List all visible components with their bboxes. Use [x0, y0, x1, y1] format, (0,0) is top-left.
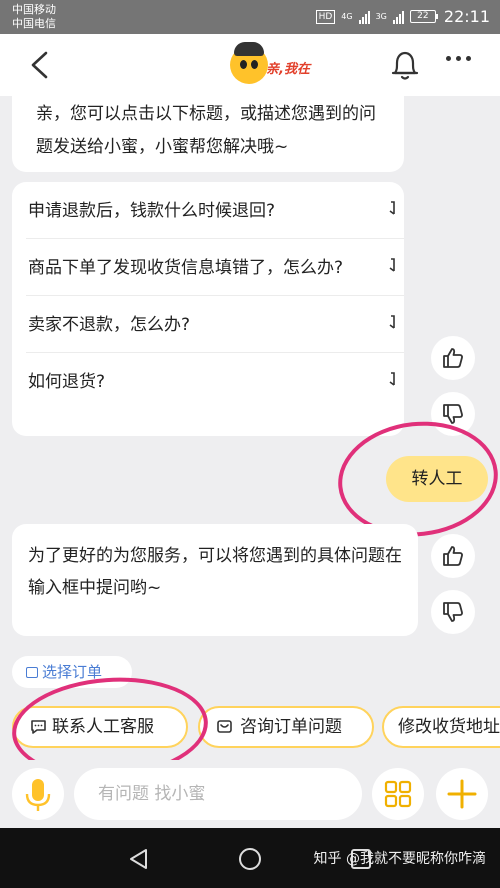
order-inquiry-label: 咨询订单问题 [240, 717, 342, 737]
bell-icon[interactable] [389, 48, 421, 82]
carrier-1: 中国移动 [12, 3, 56, 16]
battery-icon: 22 [409, 10, 438, 23]
chevron-right-icon [389, 315, 395, 329]
quick-actions-bar: 联系人工客服 咨询订单问题 修改收货地址 [0, 698, 500, 758]
status-bar: 中国移动 中国电信 HD 4G 3G 22 22:11 [0, 0, 500, 34]
add-button[interactable] [436, 768, 488, 820]
faq-item-label: 卖家不退款，怎么办? [28, 315, 191, 335]
nav-back-icon[interactable] [128, 848, 150, 870]
intro-text: 亲，您可以点击以下标题，或描述您遇到的问题发送给小蜜，小蜜帮您解决哦~ [36, 104, 376, 157]
contact-human-agent-label: 联系人工客服 [52, 717, 154, 737]
contact-human-agent-button[interactable]: 联系人工客服 [12, 706, 188, 748]
chevron-right-icon [389, 201, 395, 215]
watermark: 知乎 @我就不要昵称你咋滴 [313, 851, 486, 867]
more-options-icon[interactable] [446, 56, 471, 61]
user-message-bubble: 转人工 [386, 456, 488, 502]
status-icons: HD 4G 3G 22 22:11 [315, 7, 490, 26]
network-4g-label: 4G [341, 11, 353, 21]
clock: 22:11 [443, 7, 490, 26]
faq-card: 申请退款后，钱款什么时候退回? 商品下单了发现收货信息填错了，怎么办? 卖家不退… [12, 182, 404, 436]
voice-input-button[interactable] [12, 768, 64, 820]
chevron-right-icon [389, 258, 395, 272]
plus-icon [447, 779, 477, 809]
chat-bubble-icon [31, 720, 46, 734]
select-order-label: 选择订单 [42, 663, 103, 681]
faq-item[interactable]: 如何退货? [26, 353, 404, 409]
faq-item[interactable]: 商品下单了发现收货信息填错了，怎么办? [26, 239, 404, 296]
order-box-icon [217, 720, 232, 733]
faq-item-label: 如何退货? [28, 372, 106, 392]
grid-icon [384, 780, 412, 808]
user-message-text: 转人工 [411, 469, 463, 489]
thumbs-down-icon [443, 602, 463, 622]
faq-item[interactable]: 申请退款后，钱款什么时候退回? [26, 182, 404, 239]
signal-icon-2 [392, 10, 404, 24]
shopping-bag-icon [26, 667, 38, 678]
modify-address-label: 修改收货地址 [398, 717, 500, 737]
signal-icon [358, 10, 370, 24]
chat-area[interactable]: 亲，您可以点击以下标题，或描述您遇到的问题发送给小蜜，小蜜帮您解决哦~ 申请退款… [0, 96, 500, 696]
faq-item-label: 商品下单了发现收货信息填错了，怎么办? [28, 258, 344, 278]
faq-item[interactable]: 卖家不退款，怎么办? [26, 296, 404, 353]
network-3g-label: 3G [375, 11, 387, 21]
modify-address-button[interactable]: 修改收货地址 [382, 706, 500, 748]
mascot-face-icon [230, 42, 268, 84]
order-inquiry-button[interactable]: 咨询订单问题 [198, 706, 374, 748]
hd-icon: HD [315, 9, 336, 24]
faq-item-label: 申请退款后，钱款什么时候退回? [28, 201, 276, 221]
logo-text: 亲,我在 [266, 62, 310, 77]
more-tools-button[interactable] [372, 768, 424, 820]
message-input[interactable] [74, 768, 362, 820]
reply-text: 为了更好的为您服务，可以将您遇到的具体问题在输入框中提问哟~ [28, 546, 402, 598]
thumbs-down-icon [443, 404, 463, 424]
assistant-intro-bubble: 亲，您可以点击以下标题，或描述您遇到的问题发送给小蜜，小蜜帮您解决哦~ [12, 96, 404, 172]
assistant-reply-bubble: 为了更好的为您服务，可以将您遇到的具体问题在输入框中提问哟~ [12, 524, 418, 636]
thumbs-up-icon [443, 546, 463, 566]
thumbs-up-button[interactable] [431, 336, 475, 380]
chevron-right-icon [389, 372, 395, 386]
thumbs-down-button[interactable] [431, 392, 475, 436]
carrier-2: 中国电信 [12, 17, 56, 30]
assistant-logo: 亲,我在 [226, 40, 316, 90]
header-bar: 亲,我在 [0, 34, 500, 96]
thumbs-down-button[interactable] [431, 590, 475, 634]
microphone-icon [25, 779, 51, 811]
thumbs-up-button[interactable] [431, 534, 475, 578]
thumbs-up-icon [443, 348, 463, 368]
back-arrow-icon[interactable] [26, 50, 54, 80]
select-order-chip[interactable]: 选择订单 [12, 656, 132, 688]
input-bar [0, 760, 500, 828]
nav-home-icon[interactable] [238, 847, 262, 871]
system-nav-bar: 知乎 @我就不要昵称你咋滴 [0, 828, 500, 888]
